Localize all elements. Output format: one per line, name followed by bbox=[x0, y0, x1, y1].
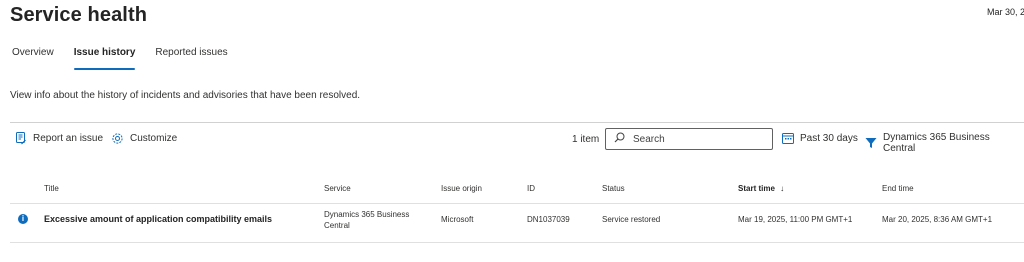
column-header-origin[interactable]: Issue origin bbox=[441, 184, 482, 193]
row-end-time: Mar 20, 2025, 8:36 AM GMT+1 bbox=[882, 215, 993, 224]
row-start-time: Mar 19, 2025, 11:00 PM GMT+1 bbox=[738, 215, 853, 224]
info-icon: i bbox=[18, 214, 28, 224]
row-service-line1: Dynamics 365 Business bbox=[324, 210, 410, 219]
column-header-service[interactable]: Service bbox=[324, 184, 351, 193]
calendar-icon bbox=[782, 132, 794, 144]
table-row[interactable]: i Excessive amount of application compat… bbox=[10, 204, 1024, 243]
item-count: 1 item bbox=[572, 134, 600, 145]
column-header-end-time[interactable]: End time bbox=[882, 184, 914, 193]
column-header-id[interactable]: ID bbox=[527, 184, 535, 193]
row-service: Dynamics 365 Business Central bbox=[324, 209, 409, 231]
tab-overview[interactable]: Overview bbox=[12, 47, 54, 70]
tab-list: Overview Issue history Reported issues bbox=[12, 47, 248, 70]
gear-icon bbox=[111, 132, 124, 145]
search-icon bbox=[614, 130, 625, 148]
filter-icon bbox=[865, 137, 877, 149]
sort-descending-icon: ↓ bbox=[780, 184, 785, 193]
search-box[interactable] bbox=[605, 128, 773, 150]
service-filter-label: Dynamics 365 Business Central bbox=[883, 132, 990, 154]
service-filter-button[interactable]: Dynamics 365 Business Central bbox=[865, 132, 1024, 154]
report-issue-button[interactable]: Report an issue bbox=[15, 132, 103, 145]
divider bbox=[10, 122, 1024, 123]
search-input[interactable] bbox=[631, 132, 772, 146]
customize-button[interactable]: Customize bbox=[111, 132, 177, 145]
start-time-label: Start time bbox=[738, 184, 775, 193]
report-issue-label: Report an issue bbox=[33, 133, 104, 144]
column-header-title[interactable]: Title bbox=[44, 184, 59, 193]
date-filter-label: Past 30 days bbox=[800, 132, 858, 144]
tab-reported-issues[interactable]: Reported issues bbox=[155, 47, 227, 70]
header-date: Mar 30, 2 bbox=[987, 7, 1024, 17]
date-filter-button[interactable]: Past 30 days bbox=[782, 132, 858, 144]
row-status: Service restored bbox=[602, 215, 661, 224]
page-description: View info about the history of incidents… bbox=[10, 90, 361, 101]
row-title[interactable]: Excessive amount of application compatib… bbox=[44, 214, 272, 225]
page-title: Service health bbox=[10, 4, 148, 26]
row-id: DN1037039 bbox=[527, 215, 570, 224]
column-header-start-time[interactable]: Start time ↓ bbox=[738, 184, 784, 193]
tab-issue-history[interactable]: Issue history bbox=[73, 47, 135, 70]
row-service-line2: Central bbox=[324, 221, 350, 230]
column-header-status[interactable]: Status bbox=[602, 184, 625, 193]
customize-label: Customize bbox=[130, 133, 178, 144]
row-origin: Microsoft bbox=[441, 215, 474, 224]
report-icon bbox=[15, 132, 27, 145]
